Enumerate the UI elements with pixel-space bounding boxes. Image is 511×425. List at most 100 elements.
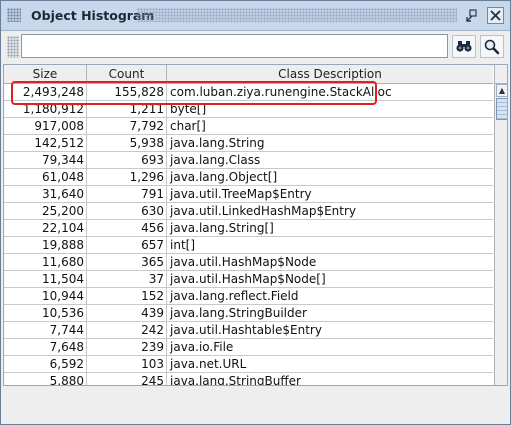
cell-count: 7,792 bbox=[87, 118, 167, 134]
cell-size: 1,180,912 bbox=[4, 101, 87, 117]
table-row[interactable]: 11,680 365 java.util.HashMap$Node bbox=[4, 254, 493, 271]
cell-size: 2,493,248 bbox=[4, 84, 87, 100]
table-row[interactable]: 25,200 630 java.util.LinkedHashMap$Entry bbox=[4, 203, 493, 220]
cell-count: 1,211 bbox=[87, 101, 167, 117]
cell-class-description: java.lang.reflect.Field bbox=[170, 289, 299, 303]
toolbar-grip-icon[interactable] bbox=[7, 36, 19, 58]
cell-count: 155,828 bbox=[87, 84, 167, 100]
table-row[interactable]: 79,344 693 java.lang.Class bbox=[4, 152, 493, 169]
scrollbar-corner bbox=[495, 65, 507, 84]
table-row[interactable]: 31,640 791 java.util.TreeMap$Entry bbox=[4, 186, 493, 203]
cell-count: 103 bbox=[87, 356, 167, 372]
cell-count: 791 bbox=[87, 186, 167, 202]
table-header: Size Count Class Description bbox=[4, 65, 493, 84]
cell-size: 31,640 bbox=[4, 186, 87, 202]
cell-count: 245 bbox=[87, 373, 167, 385]
cell-class-description: char[] bbox=[170, 119, 206, 133]
title-bar[interactable]: Object Histogram bbox=[1, 1, 510, 31]
cell-class-description: java.lang.String bbox=[170, 136, 265, 150]
title-bar-texture bbox=[137, 8, 457, 22]
table-row[interactable]: 61,048 1,296 java.lang.Object[] bbox=[4, 169, 493, 186]
cell-size: 61,048 bbox=[4, 169, 87, 185]
scroll-thumb[interactable] bbox=[496, 98, 507, 120]
cell-size: 11,680 bbox=[4, 254, 87, 270]
table-row[interactable]: 7,648 239 java.io.File bbox=[4, 339, 493, 356]
histogram-table: Size Count Class Description 2,493,248 15… bbox=[3, 64, 508, 386]
cell-class-description: byte[] bbox=[170, 102, 207, 116]
cell-class-description: java.io.File bbox=[170, 340, 234, 354]
close-button[interactable] bbox=[487, 7, 504, 24]
cell-size: 10,944 bbox=[4, 288, 87, 304]
restore-button[interactable] bbox=[463, 7, 480, 24]
chevron-up-icon: ▲ bbox=[498, 86, 506, 95]
find-button[interactable] bbox=[452, 35, 476, 58]
window-title: Object Histogram bbox=[31, 8, 155, 23]
table-row[interactable]: 7,744 242 java.util.Hashtable$Entry bbox=[4, 322, 493, 339]
cell-count: 1,296 bbox=[87, 169, 167, 185]
cell-class-description: java.lang.Object[] bbox=[170, 170, 278, 184]
table-row[interactable]: 1,180,912 1,211 byte[] bbox=[4, 101, 493, 118]
cell-class-description: int[] bbox=[170, 238, 196, 252]
binoculars-icon bbox=[456, 41, 472, 52]
cell-size: 7,744 bbox=[4, 322, 87, 338]
cell-count: 693 bbox=[87, 152, 167, 168]
cell-class-description: java.lang.String[] bbox=[170, 221, 274, 235]
magnifier-button[interactable] bbox=[480, 35, 504, 58]
cell-class-description: com.luban.ziya.runengine.StackAlloc bbox=[170, 85, 392, 99]
cell-count: 456 bbox=[87, 220, 167, 236]
cell-count: 439 bbox=[87, 305, 167, 321]
cell-class-description: java.util.HashMap$Node bbox=[170, 255, 317, 269]
table-row[interactable]: 6,592 103 java.net.URL bbox=[4, 356, 493, 373]
table-row[interactable]: 2,493,248 155,828 com.luban.ziya.runengine… bbox=[4, 84, 493, 101]
table-row[interactable]: 917,008 7,792 char[] bbox=[4, 118, 493, 135]
cell-size: 25,200 bbox=[4, 203, 87, 219]
cell-class-description: java.lang.Class bbox=[170, 153, 261, 167]
cell-size: 22,104 bbox=[4, 220, 87, 236]
cell-count: 242 bbox=[87, 322, 167, 338]
search-input[interactable] bbox=[21, 34, 448, 58]
cell-class-description: java.net.URL bbox=[170, 357, 247, 371]
table-row[interactable]: 142,512 5,938 java.lang.String bbox=[4, 135, 493, 152]
cell-class-description: java.util.LinkedHashMap$Entry bbox=[170, 204, 357, 218]
cell-class-description: java.lang.StringBuilder bbox=[170, 306, 307, 320]
cell-size: 79,344 bbox=[4, 152, 87, 168]
table-row[interactable]: 5,880 245 java.lang.StringBuffer bbox=[4, 373, 493, 386]
cell-count: 152 bbox=[87, 288, 167, 304]
status-bar bbox=[1, 389, 510, 424]
cell-size: 917,008 bbox=[4, 118, 87, 134]
cell-count: 630 bbox=[87, 203, 167, 219]
cell-class-description: java.util.Hashtable$Entry bbox=[170, 323, 322, 337]
table-row[interactable]: 11,504 37 java.util.HashMap$Node[] bbox=[4, 271, 493, 288]
cell-count: 5,938 bbox=[87, 135, 167, 151]
cell-count: 657 bbox=[87, 237, 167, 253]
cell-size: 19,888 bbox=[4, 237, 87, 253]
scroll-up-button[interactable]: ▲ bbox=[496, 84, 507, 97]
cell-count: 37 bbox=[87, 271, 167, 287]
magnifier-icon bbox=[484, 39, 500, 55]
column-header-class-description[interactable]: Class Description bbox=[167, 65, 493, 83]
restore-icon bbox=[466, 9, 477, 22]
vertical-scrollbar[interactable]: ▲ bbox=[494, 65, 507, 385]
table-row[interactable]: 22,104 456 java.lang.String[] bbox=[4, 220, 493, 237]
cell-class-description: java.lang.StringBuffer bbox=[170, 374, 301, 386]
cell-count: 239 bbox=[87, 339, 167, 355]
cell-class-description: java.util.HashMap$Node[] bbox=[170, 272, 326, 286]
cell-size: 5,880 bbox=[4, 373, 87, 385]
table-row[interactable]: 10,944 152 java.lang.reflect.Field bbox=[4, 288, 493, 305]
column-header-count[interactable]: Count bbox=[87, 65, 167, 83]
table-row[interactable]: 19,888 657 int[] bbox=[4, 237, 493, 254]
cell-count: 365 bbox=[87, 254, 167, 270]
cell-size: 10,536 bbox=[4, 305, 87, 321]
object-histogram-window: Object Histogram Size Count Class Descri… bbox=[0, 0, 511, 425]
table-row[interactable]: 10,536 439 java.lang.StringBuilder bbox=[4, 305, 493, 322]
table-body: 2,493,248 155,828 com.luban.ziya.runengine… bbox=[4, 84, 493, 386]
column-header-size[interactable]: Size bbox=[4, 65, 87, 83]
cell-size: 6,592 bbox=[4, 356, 87, 372]
cell-size: 142,512 bbox=[4, 135, 87, 151]
close-icon bbox=[490, 10, 501, 21]
toolbar bbox=[1, 31, 510, 61]
cell-class-description: java.util.TreeMap$Entry bbox=[170, 187, 312, 201]
cell-size: 7,648 bbox=[4, 339, 87, 355]
drag-grip-icon[interactable] bbox=[7, 8, 21, 22]
cell-size: 11,504 bbox=[4, 271, 87, 287]
